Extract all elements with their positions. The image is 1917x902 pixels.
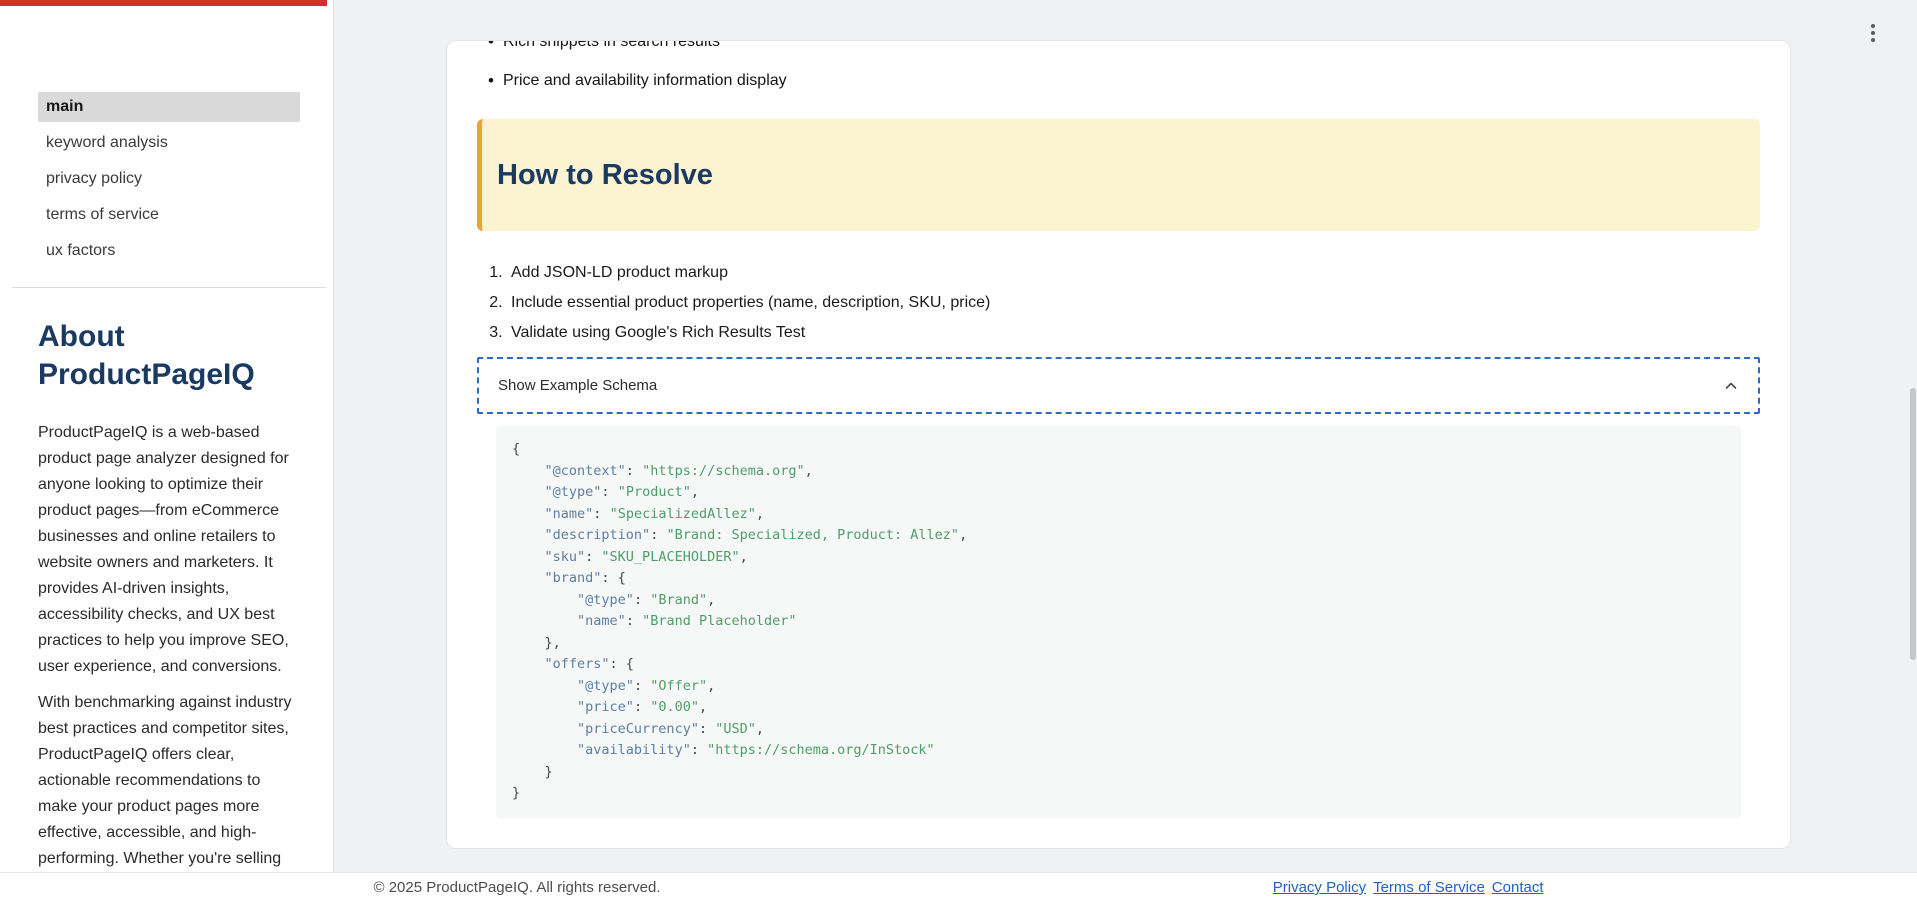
code-line: }	[544, 763, 553, 780]
main-content: • Rich snippets in search results • Pric…	[334, 0, 1917, 872]
footer-copyright: © 2025 ProductPageIQ. All rights reserve…	[373, 879, 661, 896]
partial-bullet-label: Rich snippets in search results	[502, 41, 720, 50]
footer-inner: © 2025 ProductPageIQ. All rights reserve…	[374, 879, 1544, 896]
code-line: "price": "0.00",	[577, 699, 708, 715]
kebab-dot	[1871, 38, 1875, 42]
code-line: "brand": {	[544, 570, 626, 586]
footer-link-contact[interactable]: Contact	[1492, 879, 1544, 896]
kebab-menu-button[interactable]	[1867, 20, 1879, 46]
code-line: "@type": "Brand",	[577, 591, 716, 608]
resolve-step: Validate using Google's Rich Results Tes…	[507, 321, 1760, 345]
schema-toggle-label: Show Example Schema	[498, 377, 658, 394]
scrollbar-thumb[interactable]	[1910, 388, 1916, 660]
about-heading: About ProductPageIQ	[38, 320, 255, 391]
content-row: main keyword analysis privacy policy terms …	[0, 0, 1917, 872]
content-card: • Rich snippets in search results • Pric…	[446, 40, 1791, 849]
partial-list-item: • Rich snippets in search results	[477, 41, 1760, 55]
sidebar-divider	[12, 287, 326, 288]
resolve-step: Add JSON-LD product markup	[507, 261, 1760, 285]
kebab-dot	[1871, 31, 1875, 35]
sidebar-item-keyword-analysis[interactable]: keyword analysis	[38, 128, 300, 158]
sidebar: main keyword analysis privacy policy terms …	[0, 0, 334, 872]
about-paragraph-1: ProductPageIQ is a web-based product pag…	[38, 424, 289, 675]
kebab-dot	[1871, 24, 1875, 28]
resolve-steps: Add JSON-LD product markup Include essent…	[477, 261, 1760, 345]
schema-toggle[interactable]: Show Example Schema	[477, 357, 1760, 414]
sidebar-item-terms-of-service[interactable]: terms of service	[38, 200, 300, 230]
footer-link-privacy-policy[interactable]: Privacy Policy	[1273, 879, 1366, 896]
code-line: "@context": "https://schema.org",	[544, 462, 813, 479]
code-line: },	[544, 634, 561, 651]
code-line: }	[512, 785, 521, 801]
code-block: { "@context": "https://schema.org", "@ty…	[496, 426, 1741, 818]
resolve-step: Include essential product properties (na…	[507, 291, 1760, 315]
code-line: "description": "Brand: Specialized, Prod…	[544, 527, 968, 543]
bullet-list-item: • Price and availability information dis…	[477, 69, 1760, 93]
sidebar-item-privacy-policy[interactable]: privacy policy	[38, 164, 300, 194]
code-line: "sku": "SKU_PLACEHOLDER",	[544, 548, 748, 565]
code-line: "@type": "Product",	[544, 484, 699, 500]
code-line: "@type": "Offer",	[577, 677, 716, 694]
resolve-callout-title: How to Resolve	[497, 158, 713, 191]
code-line: "priceCurrency": "USD",	[577, 720, 764, 737]
footer-link-terms-of-service[interactable]: Terms of Service	[1373, 879, 1485, 896]
about-paragraph-2: With benchmarking against industry best …	[38, 694, 292, 867]
code-line: "availability": "https://schema.org/InSt…	[577, 742, 935, 758]
code-line: {	[512, 441, 521, 457]
bullet-dot-icon: •	[488, 71, 494, 90]
sidebar-item-ux-factors[interactable]: ux factors	[38, 236, 300, 266]
bullet-dot-icon: •	[488, 41, 494, 51]
chevron-up-icon	[1725, 382, 1737, 389]
footer: © 2025 ProductPageIQ. All rights reserve…	[0, 872, 1917, 902]
resolve-callout: How to Resolve	[477, 119, 1760, 231]
app-root: main keyword analysis privacy policy terms …	[0, 0, 1917, 902]
code-line: "offers": {	[544, 656, 634, 672]
top-accent-bar	[0, 0, 327, 6]
sidebar-item-main[interactable]: main	[38, 92, 300, 122]
code-line: "name": "SpecializedAllez",	[544, 505, 765, 522]
footer-links: Privacy Policy Terms of Service Contact	[1273, 879, 1544, 896]
sidebar-nav: main keyword analysis privacy policy terms …	[38, 92, 300, 266]
bullet-label: Price and availability information displ…	[502, 72, 787, 89]
code-line: "name": "Brand Placeholder"	[577, 613, 797, 629]
